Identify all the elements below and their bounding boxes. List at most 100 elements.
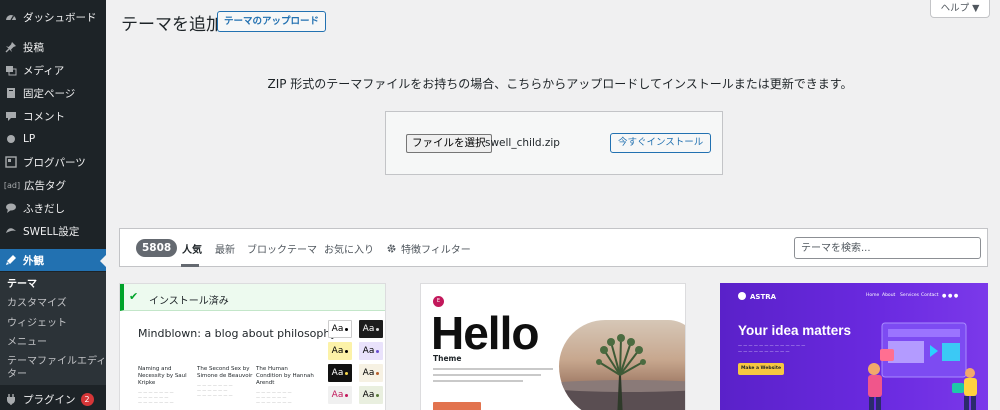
admin-sidebar: ダッシュボード 投稿 メディア 固定ページ コメント LP ブログパーツ [ad… [0, 0, 106, 410]
tab-block-themes[interactable]: ブロックテーマ [247, 241, 317, 256]
style-swatch: Aa [328, 364, 352, 382]
comment-icon [4, 110, 17, 123]
theme-card-installed[interactable]: ✔ インストール済み Mindblown: a blog about philo… [119, 283, 386, 410]
submenu-item-widgets[interactable]: ウィジェット [7, 317, 67, 330]
sidebar-item-label: ダッシュボード [23, 11, 97, 24]
swatch-label: Aa [331, 368, 344, 378]
sidebar-item-dashboard[interactable]: ダッシュボード [0, 6, 106, 28]
speech-bubble-icon [4, 202, 17, 215]
theme-search-input[interactable] [794, 237, 981, 259]
preview-post-title: The Human Condition by Hannah Arendt [256, 366, 314, 386]
upload-form: ファイルを選択 swell_child.zip 今すぐインストール [385, 111, 723, 175]
astra-nav-item: Home [866, 293, 880, 298]
swatch-label: Aa [331, 346, 344, 356]
preview-post: The Human Condition by Hannah Arendt — — … [256, 366, 314, 405]
theme-card-hello[interactable]: E Hello Theme [420, 283, 686, 410]
submenu-item-label: テーマファイルエディ [7, 356, 107, 367]
ad-icon: [ad] [3, 180, 21, 190]
hello-cta-button [433, 402, 481, 410]
submenu-item-menus[interactable]: メニュー [7, 336, 47, 349]
sidebar-item-appearance[interactable]: 外観 [0, 249, 106, 271]
swatch-label: Aa [331, 390, 344, 400]
swatch-label: Aa [362, 324, 375, 334]
astra-illustration [868, 322, 977, 410]
tab-latest[interactable]: 最新 [215, 241, 235, 256]
sidebar-item-label: 外観 [23, 254, 44, 267]
installed-notice: ✔ インストール済み [120, 284, 385, 311]
preview-post-title: Naming and Necessity by Saul Kripke [138, 366, 187, 386]
style-swatch: Aa [359, 342, 383, 360]
sidebar-item-label: ふきだし [23, 202, 65, 215]
swell-icon [4, 225, 17, 238]
submenu-item-theme-file-editor[interactable]: テーマファイルエディ ター [7, 355, 106, 381]
swatch-label: Aa [362, 346, 375, 356]
plugin-icon [4, 393, 17, 406]
sidebar-item-ad-tag[interactable]: [ad] 広告タグ [0, 174, 106, 196]
feature-filter-label: 特徴フィルター [401, 245, 471, 256]
upload-theme-button[interactable]: テーマのアップロード [217, 11, 327, 32]
sidebar-item-plugins[interactable]: プラグイン 2 [0, 388, 106, 410]
tab-favorites[interactable]: お気に入り [324, 241, 374, 256]
preview-post-title: The Second Sex by Simone de Beauvoir [197, 366, 253, 379]
sidebar-item-label: LP [23, 133, 36, 145]
preview-post: Naming and Necessity by Saul Kripke — — —… [138, 366, 196, 405]
swatch-label: Aa [362, 368, 375, 378]
sidebar-item-speech-bubble[interactable]: ふきだし [0, 197, 106, 219]
preview-post-excerpt: — — — — — — — — — — — — — — — — — — — — [256, 390, 292, 405]
astra-logo-text: ASTRA [750, 293, 777, 301]
install-now-button[interactable]: 今すぐインストール [610, 133, 712, 153]
preview-post: The Second Sex by Simone de Beauvoir — — … [197, 366, 255, 398]
check-icon: ✔ [129, 290, 139, 303]
appearance-submenu: テーマ カスタマイズ ウィジェット メニュー テーマファイルエディ ター [0, 272, 106, 385]
page-title: テーマを追加 [121, 15, 223, 35]
style-swatch: Aa [359, 364, 383, 382]
active-tab-indicator [181, 264, 199, 267]
style-swatch: Aa [328, 342, 352, 360]
dashboard-icon [4, 11, 17, 24]
style-swatch: Aa [359, 386, 383, 404]
sidebar-item-swell-settings[interactable]: SWELL設定 [0, 220, 106, 242]
blog-parts-icon [4, 156, 17, 169]
sidebar-item-blog-parts[interactable]: ブログパーツ [0, 151, 106, 173]
style-swatch: Aa [328, 320, 352, 338]
theme-count-badge: 5808 [136, 239, 178, 257]
gear-icon [387, 244, 396, 253]
submenu-item-themes[interactable]: テーマ [7, 278, 37, 291]
sidebar-item-label: SWELL設定 [23, 225, 80, 238]
hello-subtitle: Theme [433, 354, 462, 363]
selected-file-name: swell_child.zip [485, 137, 560, 149]
hello-title: Hello [431, 307, 539, 359]
astra-nav-item: About [882, 293, 896, 298]
feature-filter-button[interactable]: 特徴フィルター [386, 241, 471, 256]
submenu-item-label: ター [7, 369, 27, 380]
astra-nav-item: Services [900, 293, 919, 298]
sidebar-item-lp[interactable]: LP [0, 128, 106, 150]
sidebar-item-label: 広告タグ [24, 179, 66, 192]
sidebar-item-comments[interactable]: コメント [0, 105, 106, 127]
installed-label: インストール済み [149, 296, 229, 307]
astra-cta-button: Make a Website [738, 363, 784, 375]
astra-nav-item: Contact [921, 293, 939, 298]
help-button[interactable]: ヘルプ ▼ [930, 0, 990, 18]
astra-logo-icon [738, 292, 746, 300]
appearance-icon [4, 254, 17, 267]
astra-logo: ASTRA [738, 292, 776, 301]
choose-file-button[interactable]: ファイルを選択 [406, 134, 492, 153]
theme-card-astra[interactable]: ASTRA Home About Services Contact ● ● ● … [720, 283, 988, 410]
swatch-label: Aa [331, 324, 344, 334]
sidebar-item-label: プラグイン [23, 393, 76, 406]
preview-post-excerpt: — — — — — — — — — — — — — — — — — — — — [138, 390, 174, 405]
sidebar-item-label: コメント [23, 110, 65, 123]
style-swatch: Aa [359, 320, 383, 338]
theme-filter-bar: 5808 人気 最新 ブロックテーマ お気に入り 特徴フィルター [119, 228, 988, 267]
theme-preview-title: Mindblown: a blog about philosophy. [138, 327, 339, 340]
social-icons: ● ● ● [942, 293, 959, 299]
submenu-item-customize[interactable]: カスタマイズ [7, 297, 67, 310]
sidebar-item-posts[interactable]: 投稿 [0, 36, 106, 58]
tab-popular[interactable]: 人気 [182, 241, 202, 256]
hello-hero-image [559, 320, 685, 410]
astra-text-placeholder: — — — — — — — — — — — — — — — — — — — — —… [738, 343, 806, 354]
pin-icon [4, 41, 17, 54]
upload-description: ZIP 形式のテーマファイルをお持ちの場合、こちらからアップロードしてインストー… [267, 77, 853, 91]
astra-heading: Your idea matters [738, 323, 852, 338]
